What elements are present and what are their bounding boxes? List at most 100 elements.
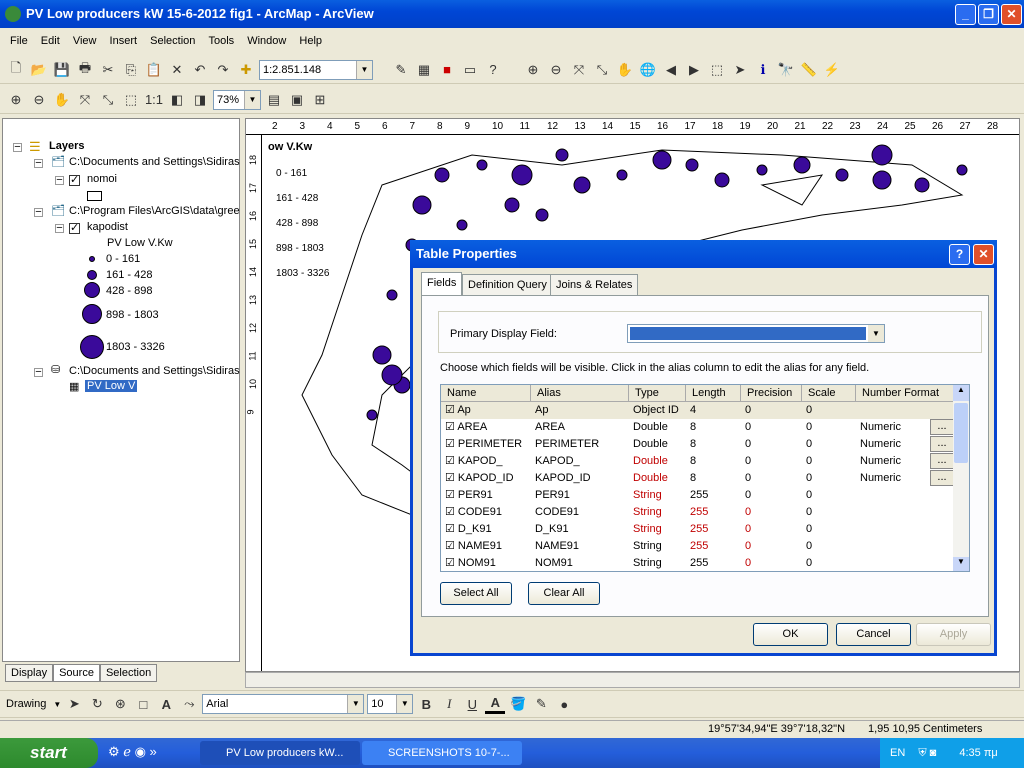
collapse-icon[interactable]: − — [55, 223, 64, 234]
select-elements-icon[interactable]: ➤ — [730, 60, 750, 80]
field-row[interactable]: ☑ CODE91 CODE91 String 255 0 0 — [441, 504, 969, 521]
workspace-item[interactable]: C:\Documents and Settings\Sidiras — [69, 365, 240, 377]
field-row[interactable]: ☑ D_K91 D_K91 String 255 0 0 — [441, 521, 969, 538]
font-combo[interactable]: Arial ▼ — [202, 694, 365, 714]
minimize-button[interactable]: _ — [955, 4, 976, 25]
field-row[interactable]: ☑ KAPOD_ KAPOD_ Double 8 0 0 Numeric... — [441, 453, 969, 470]
tab-display[interactable]: Display — [5, 664, 54, 682]
field-visible-checkbox[interactable]: ☑ — [445, 472, 458, 484]
focus-frame-icon[interactable]: ▣ — [287, 90, 307, 110]
field-row[interactable]: ☑ PER91 PER91 String 255 0 0 — [441, 487, 969, 504]
number-format-button[interactable]: ... — [930, 436, 954, 452]
field-row[interactable]: ☑ KAPOD_ID KAPOD_ID Double 8 0 0 Numeric... — [441, 470, 969, 487]
column-name[interactable]: Name — [441, 385, 531, 401]
delete-icon[interactable]: ✕ — [167, 60, 187, 80]
quick-launch-icons[interactable]: ⚙ ℯ ◉ » — [108, 744, 157, 760]
layout-zoom-out-icon[interactable]: ⊖ — [29, 90, 49, 110]
back-icon[interactable]: ◀ — [661, 60, 681, 80]
tab-source[interactable]: Source — [53, 664, 100, 682]
vertical-scrollbar[interactable]: ▲ ▼ — [953, 385, 969, 571]
column-length[interactable]: Length — [686, 385, 741, 401]
chevron-down-icon[interactable]: ▼ — [868, 325, 884, 342]
field-visible-checkbox[interactable]: ☑ — [445, 455, 458, 467]
menu-tools[interactable]: Tools — [208, 35, 234, 47]
underline-button[interactable]: U — [462, 694, 482, 714]
scroll-up-icon[interactable]: ▲ — [953, 385, 969, 401]
find-icon[interactable]: 🔭 — [776, 60, 796, 80]
tab-selection[interactable]: Selection — [99, 664, 158, 682]
font-color-button[interactable]: A — [485, 694, 506, 714]
menu-insert[interactable]: Insert — [110, 35, 138, 47]
column-type[interactable]: Type — [629, 385, 686, 401]
copy-icon[interactable]: ⎘ — [121, 60, 141, 80]
command-line-icon[interactable]: ▭ — [460, 60, 480, 80]
chevron-down-icon[interactable]: ▼ — [396, 695, 413, 713]
identify-icon[interactable]: ℹ — [753, 60, 773, 80]
maximize-button[interactable]: ❐ — [978, 4, 999, 25]
menu-help[interactable]: Help — [299, 35, 322, 47]
layer-checkbox[interactable]: ✓ — [69, 223, 80, 234]
workspace-item[interactable]: C:\Program Files\ArcGIS\data\gree — [69, 205, 240, 217]
field-row[interactable]: ☑ Ap Ap Object ID 4 0 0 — [441, 402, 969, 419]
redo-icon[interactable]: ↷ — [213, 60, 233, 80]
field-visible-checkbox[interactable]: ☑ — [445, 540, 458, 552]
column-scale[interactable]: Scale — [802, 385, 856, 401]
prev-extent-icon[interactable]: ◧ — [167, 90, 187, 110]
pan-icon[interactable]: ✋ — [615, 60, 635, 80]
fill-color-icon[interactable]: 🪣 — [508, 694, 528, 714]
bold-button[interactable]: B — [416, 694, 436, 714]
number-format-button[interactable]: ... — [930, 470, 954, 486]
chevron-down-icon[interactable]: ▼ — [244, 90, 260, 109]
tab-definition-query[interactable]: Definition Query — [462, 274, 553, 295]
select-features-icon[interactable]: ⬚ — [707, 60, 727, 80]
field-alias[interactable]: KAPOD_ — [531, 453, 629, 470]
layer-checkbox[interactable]: ✓ — [69, 175, 80, 186]
marker-color-icon[interactable]: ● — [554, 694, 574, 714]
editor-icon[interactable]: ✎ — [391, 60, 411, 80]
rectangle-icon[interactable]: □ — [133, 694, 153, 714]
close-button[interactable]: ✕ — [1001, 4, 1022, 25]
field-row[interactable]: ☑ NAME91 NAME91 String 255 0 0 — [441, 538, 969, 555]
start-button[interactable]: start — [0, 738, 98, 768]
field-visible-checkbox[interactable]: ☑ — [445, 523, 458, 535]
layout-pan-icon[interactable]: ✋ — [52, 90, 72, 110]
menu-selection[interactable]: Selection — [150, 35, 195, 47]
collapse-icon[interactable]: − — [13, 142, 22, 153]
layer-nomoi[interactable]: nomoi — [87, 173, 117, 185]
layer-kapodist[interactable]: kapodist — [87, 221, 128, 233]
italic-button[interactable]: I — [439, 694, 459, 714]
menu-view[interactable]: View — [73, 35, 97, 47]
field-visible-checkbox[interactable]: ☑ — [445, 438, 458, 450]
table-pv-low-v[interactable]: PV Low V — [85, 380, 138, 392]
field-alias[interactable]: PER91 — [531, 487, 629, 504]
field-row[interactable]: ☑ AREA AREA Double 8 0 0 Numeric... — [441, 419, 969, 436]
field-visible-checkbox[interactable]: ☑ — [445, 421, 457, 433]
rotate-icon[interactable]: ↻ — [87, 694, 107, 714]
field-visible-checkbox[interactable]: ☑ — [445, 489, 458, 501]
collapse-icon[interactable]: − — [55, 175, 64, 186]
zoom-out-icon[interactable]: ⊖ — [546, 60, 566, 80]
field-alias[interactable]: AREA — [531, 419, 629, 436]
tab-fields[interactable]: Fields — [421, 272, 463, 295]
primary-display-select[interactable]: ▼ — [627, 324, 885, 343]
column-precision[interactable]: Precision — [741, 385, 802, 401]
toggle-draft-icon[interactable]: ▤ — [264, 90, 284, 110]
collapse-icon[interactable]: − — [34, 367, 43, 378]
print-icon[interactable]: 🖶 — [75, 60, 95, 80]
fixed-zoom-out-icon[interactable]: ⤡ — [592, 60, 612, 80]
arctoolbox-icon[interactable]: ■ — [437, 60, 457, 80]
help-button[interactable]: ? — [949, 244, 970, 265]
arccatalog-icon[interactable]: ▦ — [414, 60, 434, 80]
menu-file[interactable]: File — [10, 35, 28, 47]
field-alias[interactable]: CODE91 — [531, 504, 629, 521]
menu-window[interactable]: Window — [247, 35, 286, 47]
forward-icon[interactable]: ▶ — [684, 60, 704, 80]
scroll-thumb[interactable] — [954, 403, 968, 463]
undo-icon[interactable]: ↶ — [190, 60, 210, 80]
field-visible-checkbox[interactable]: ☑ — [445, 506, 458, 518]
line-color-icon[interactable]: ✎ — [531, 694, 551, 714]
next-extent-icon[interactable]: ◨ — [190, 90, 210, 110]
chevron-down-icon[interactable]: ▼ — [347, 695, 364, 713]
full-extent-icon[interactable]: 🌐 — [638, 60, 658, 80]
scale-combo[interactable]: 1:2.851.148 ▼ — [259, 59, 373, 80]
